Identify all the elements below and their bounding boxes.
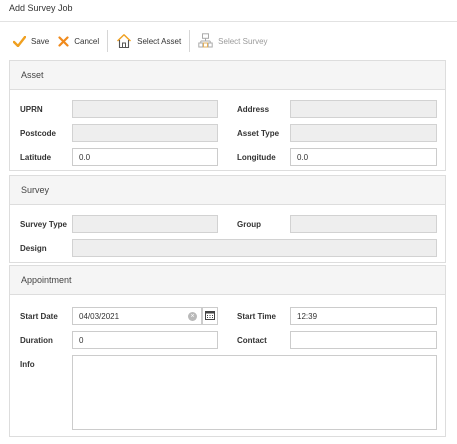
asset-type-label: Asset Type bbox=[237, 129, 280, 138]
uprn-label: UPRN bbox=[20, 105, 43, 114]
address-label: Address bbox=[237, 105, 270, 114]
address-field[interactable] bbox=[290, 100, 437, 118]
toolbar-separator bbox=[107, 30, 109, 52]
start-date-field[interactable] bbox=[72, 307, 202, 325]
cancel-button-label: Cancel bbox=[74, 36, 100, 46]
latitude-label: Latitude bbox=[20, 153, 52, 162]
group-field[interactable] bbox=[290, 215, 437, 233]
design-field[interactable] bbox=[72, 239, 437, 257]
checkmark-icon bbox=[13, 35, 26, 47]
toolbar-separator bbox=[189, 30, 191, 52]
survey-type-field[interactable] bbox=[72, 215, 218, 233]
postcode-field[interactable] bbox=[72, 124, 218, 142]
select-survey-label: Select Survey bbox=[218, 36, 268, 46]
clear-icon[interactable]: × bbox=[188, 312, 197, 321]
title-divider bbox=[0, 21, 457, 22]
contact-label: Contact bbox=[237, 336, 267, 345]
appointment-panel-heading: Appointment bbox=[10, 266, 445, 295]
select-asset-button[interactable]: Select Asset bbox=[116, 30, 181, 52]
close-icon bbox=[58, 35, 69, 47]
duration-label: Duration bbox=[20, 336, 53, 345]
survey-panel: Survey Survey Type Group Design bbox=[9, 175, 446, 263]
save-button-label: Save bbox=[31, 36, 50, 46]
uprn-field[interactable] bbox=[72, 100, 218, 118]
design-label: Design bbox=[20, 244, 47, 253]
save-button[interactable]: Save bbox=[13, 30, 49, 52]
group-label: Group bbox=[237, 220, 261, 229]
calendar-icon bbox=[205, 310, 215, 322]
latitude-field[interactable] bbox=[72, 148, 218, 166]
start-time-field[interactable] bbox=[290, 307, 437, 325]
info-label: Info bbox=[20, 360, 35, 369]
select-survey-button[interactable]: Select Survey bbox=[198, 30, 268, 52]
select-asset-label: Select Asset bbox=[137, 36, 182, 46]
house-icon bbox=[116, 33, 132, 49]
hierarchy-icon bbox=[198, 33, 213, 49]
longitude-label: Longitude bbox=[237, 153, 276, 162]
postcode-label: Postcode bbox=[20, 129, 57, 138]
duration-field[interactable] bbox=[72, 331, 218, 349]
asset-panel: Asset UPRN Address Postcode Asset Type L… bbox=[9, 60, 446, 171]
toolbar: Save Cancel Select Asset Select Survey bbox=[13, 30, 268, 52]
longitude-field[interactable] bbox=[290, 148, 437, 166]
start-time-label: Start Time bbox=[237, 312, 276, 321]
survey-panel-heading: Survey bbox=[10, 176, 445, 205]
asset-type-field[interactable] bbox=[290, 124, 437, 142]
appointment-panel: Appointment Start Date × Start Time Dura… bbox=[9, 265, 446, 437]
window-title: Add Survey Job bbox=[9, 3, 73, 13]
asset-panel-heading: Asset bbox=[10, 61, 445, 90]
start-date-label: Start Date bbox=[20, 312, 58, 321]
contact-field[interactable] bbox=[290, 331, 437, 349]
cancel-button[interactable]: Cancel bbox=[58, 30, 99, 52]
date-picker-button[interactable] bbox=[202, 307, 218, 325]
survey-type-label: Survey Type bbox=[20, 220, 67, 229]
info-textarea[interactable] bbox=[72, 355, 437, 430]
